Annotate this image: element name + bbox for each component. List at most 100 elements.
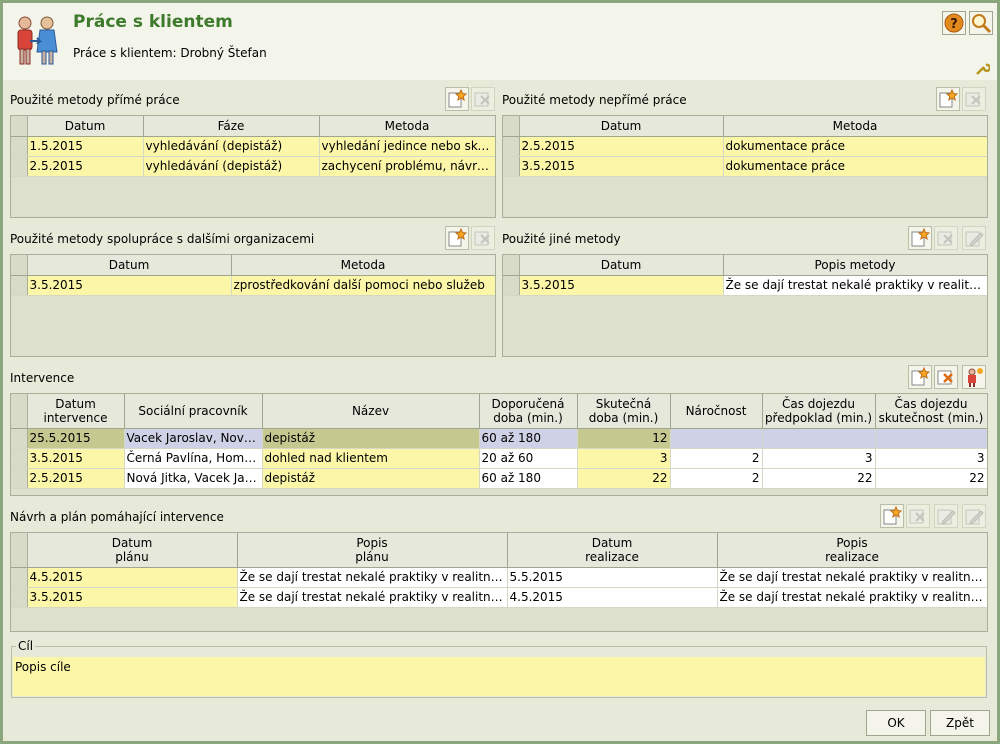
name-cell: depistáž [262, 428, 480, 449]
column-header[interactable]: Čas dojezdu předpoklad (min.) [762, 394, 876, 429]
add-intervention-button[interactable] [908, 365, 932, 389]
interventions-grid: Datum intervence Sociální pracovník Název… [10, 393, 988, 496]
actual-time-cell: 3 [577, 448, 671, 469]
column-header[interactable]: Čas dojezdu skutečnost (min.) [875, 394, 987, 429]
column-header[interactable]: Fáze [143, 116, 320, 137]
plan-date-cell: 3.5.2015 [27, 587, 238, 608]
plan-grid: Datum plánu Popis plánu Datum realizace Pop… [10, 532, 988, 632]
add-indirect-button[interactable] [936, 87, 960, 111]
help-icon[interactable]: ? [942, 11, 966, 35]
column-header[interactable]: Doporučená doba (min.) [479, 394, 578, 429]
delete-direct-button[interactable] [471, 87, 495, 111]
travel-expected-cell: 22 [762, 468, 876, 489]
goal-legend: Cíl [16, 639, 36, 653]
plan-description-cell: Že se dají trestat nekalé praktiky v rea… [237, 567, 508, 588]
new-record-icon [448, 88, 468, 108]
column-header[interactable]: Metoda [319, 116, 495, 137]
worker-cell: Nová Jitka, Vacek Jaroslav [124, 468, 263, 489]
column-header[interactable]: Datum [27, 116, 144, 137]
other-methods-grid: Datum Popis metody 3.5.2015 Že se dají t… [502, 254, 988, 357]
delete-indirect-button[interactable] [962, 87, 986, 111]
date-cell: 2.5.2015 [27, 156, 144, 177]
new-record-icon [939, 88, 959, 108]
method-cell: dokumentace práce [723, 136, 987, 157]
column-header[interactable]: Datum [519, 116, 724, 137]
add-plan-button[interactable] [880, 504, 904, 528]
page-title: Práce s klientem [73, 12, 233, 32]
cooperation-methods-title: Použité metody spolupráce s dalšími orga… [10, 232, 315, 246]
dialog-header: Práce s klientem Práce s klientem: Drobn… [3, 3, 997, 80]
realization-description-cell: Že se dají trestat nekalé praktiky v rea… [717, 587, 987, 608]
new-record-icon [911, 366, 931, 386]
edit-record-icon [965, 231, 984, 247]
table-row[interactable]: 2.5.2015 vyhledávání (depistáž) zachycen… [11, 156, 495, 177]
edit-record-icon [937, 509, 956, 525]
difficulty-cell: 2 [670, 448, 763, 469]
phase-cell: vyhledávání (depistáž) [143, 156, 320, 177]
back-button[interactable]: Zpět [930, 710, 990, 736]
add-direct-button[interactable] [445, 87, 469, 111]
column-header[interactable]: Popis metody [723, 255, 987, 276]
delete-cooperation-button[interactable] [471, 226, 495, 250]
wrench-icon[interactable] [974, 61, 990, 77]
name-cell: depistáž [262, 468, 480, 489]
column-header[interactable]: Datum plánu [27, 533, 238, 568]
table-row[interactable]: 3.5.2015 Že se dají trestat nekalé prakt… [11, 587, 987, 608]
table-row[interactable]: 2.5.2015 dokumentace práce [503, 136, 987, 157]
date-cell: 2.5.2015 [519, 136, 724, 157]
delete-record-icon [474, 92, 490, 107]
table-row[interactable]: 3.5.2015 Černá Pavlína, Homolková dohled… [11, 448, 987, 469]
new-record-icon [883, 505, 903, 525]
interventions-title: Intervence [10, 371, 75, 385]
indirect-methods-grid: Datum Metoda 2.5.2015 dokumentace práce … [502, 115, 988, 218]
method-cell: zachycení problému, návrh intervence [319, 156, 495, 177]
travel-actual-cell: 22 [875, 468, 987, 489]
cooperation-methods-grid: Datum Metoda 3.5.2015 zprostředkování da… [10, 254, 496, 357]
difficulty-cell: 2 [670, 468, 763, 489]
column-header[interactable]: Název [262, 394, 480, 429]
ok-button[interactable]: OK [866, 710, 926, 736]
search-icon[interactable] [969, 11, 993, 35]
column-header[interactable]: Sociální pracovník [124, 394, 263, 429]
goal-input[interactable]: Popis cíle [13, 657, 985, 696]
column-header[interactable]: Datum [27, 255, 232, 276]
column-header[interactable]: Metoda [723, 116, 987, 137]
table-row[interactable]: 3.5.2015 Že se dají trestat nekalé prakt… [503, 275, 987, 296]
column-header[interactable]: Popis plánu [237, 533, 508, 568]
column-header[interactable]: Datum intervence [27, 394, 125, 429]
worker-cell: Černá Pavlína, Homolková [124, 448, 263, 469]
column-header[interactable]: Datum realizace [507, 533, 718, 568]
travel-expected-cell: 3 [762, 448, 876, 469]
column-header[interactable]: Náročnost [670, 394, 763, 429]
column-header[interactable]: Popis realizace [717, 533, 987, 568]
dialog-window [0, 0, 1000, 744]
edit-realization-button[interactable] [962, 504, 986, 528]
table-row[interactable]: 4.5.2015 Že se dají trestat nekalé prakt… [11, 567, 987, 588]
travel-actual-cell [875, 428, 987, 449]
recommended-time-cell: 60 až 180 [479, 428, 578, 449]
table-row[interactable]: 2.5.2015 Nová Jitka, Vacek Jaroslav depi… [11, 468, 987, 489]
column-header[interactable]: Skutečná doba (min.) [577, 394, 671, 429]
delete-other-button[interactable] [934, 226, 958, 250]
phase-cell: vyhledávání (depistáž) [143, 136, 320, 157]
column-header[interactable]: Datum [519, 255, 724, 276]
edit-other-button[interactable] [962, 226, 986, 250]
delete-intervention-button[interactable] [934, 365, 958, 389]
date-cell: 25.5.2015 [27, 428, 125, 449]
add-other-button[interactable] [908, 226, 932, 250]
edit-plan-button[interactable] [934, 504, 958, 528]
delete-record-icon [937, 370, 953, 385]
add-cooperation-button[interactable] [445, 226, 469, 250]
column-header[interactable]: Metoda [231, 255, 495, 276]
table-row-selected[interactable]: 25.5.2015 Vacek Jaroslav, Nová Jitka dep… [11, 428, 987, 449]
table-row[interactable]: 3.5.2015 zprostředkování další pomoci ne… [11, 275, 495, 296]
table-row[interactable]: 3.5.2015 dokumentace práce [503, 156, 987, 177]
table-row[interactable]: 1.5.2015 vyhledávání (depistáž) vyhledán… [11, 136, 495, 157]
plan-date-cell: 4.5.2015 [27, 567, 238, 588]
delete-plan-button[interactable] [906, 504, 930, 528]
realization-date-cell: 4.5.2015 [507, 587, 718, 608]
travel-actual-cell: 3 [875, 448, 987, 469]
assign-worker-button[interactable] [962, 365, 986, 389]
delete-record-icon [474, 231, 490, 246]
new-record-icon [448, 227, 468, 247]
